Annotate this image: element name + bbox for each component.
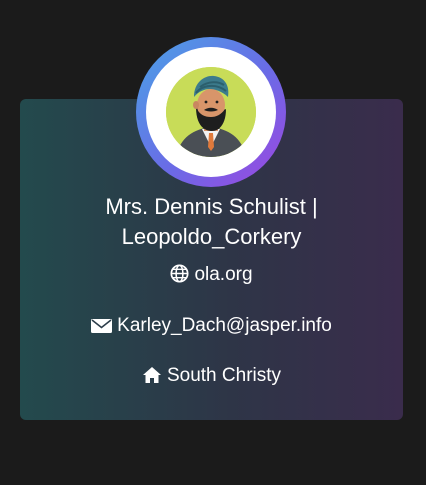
website-row: ola.org (20, 263, 403, 287)
avatar (166, 67, 256, 157)
profile-username: Leopoldo_Corkery (121, 224, 302, 249)
email-link[interactable]: Karley_Dach@jasper.info (117, 315, 332, 336)
envelope-icon (91, 318, 113, 334)
globe-icon (170, 264, 189, 283)
home-icon (142, 366, 162, 384)
avatar-ring (136, 37, 286, 187)
avatar-illustration (166, 67, 256, 157)
email-row: Karley_Dach@jasper.info (20, 314, 403, 338)
city-row: South Christy (20, 364, 403, 388)
avatar-frame (146, 47, 276, 177)
city-text: South Christy (166, 365, 282, 386)
website-link[interactable]: ola.org (194, 264, 252, 285)
profile-name: Mrs. Dennis Schulist | (105, 194, 318, 219)
profile-name-block: Mrs. Dennis Schulist | Leopoldo_Corkery (20, 192, 403, 252)
